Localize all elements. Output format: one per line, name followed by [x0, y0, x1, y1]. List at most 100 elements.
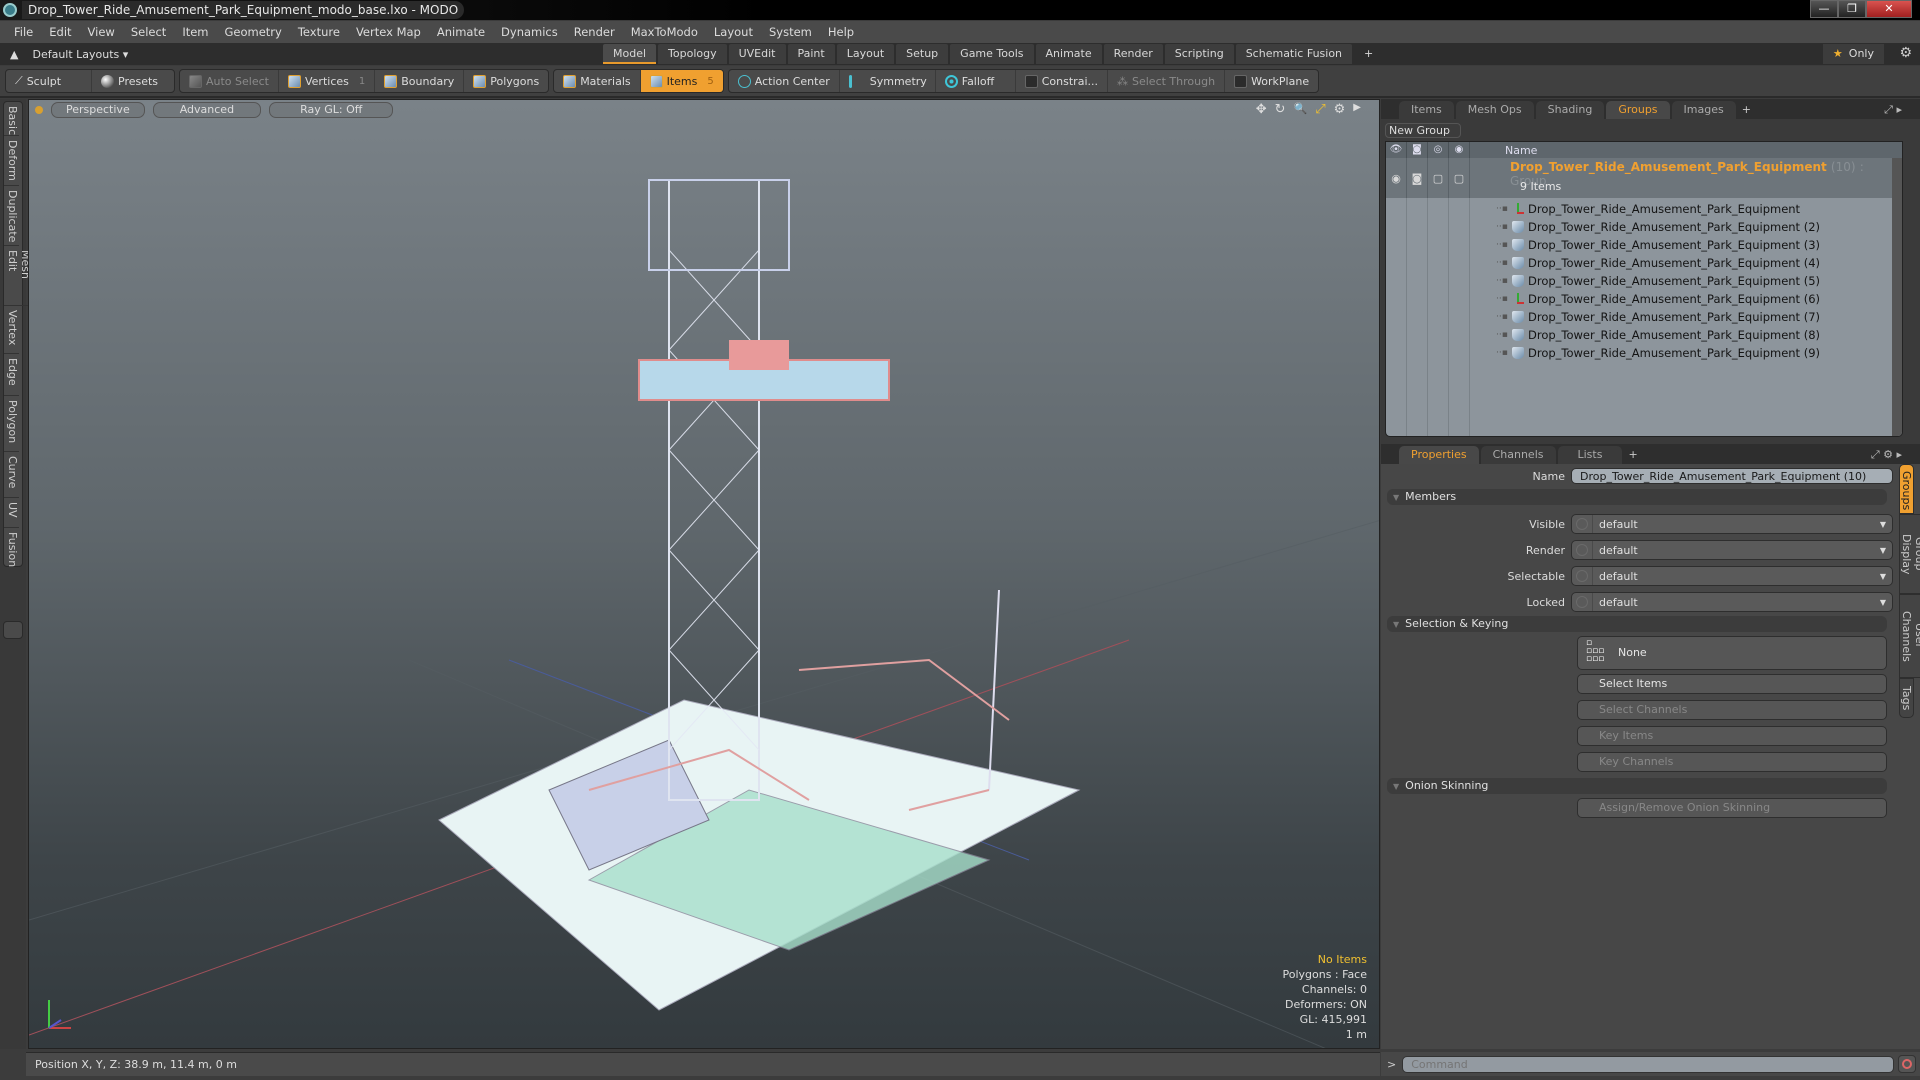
- list-item[interactable]: ··▪ Drop_Tower_Ride_Amusement_Park_Equipm…: [1496, 254, 1820, 272]
- menu-select[interactable]: Select: [123, 25, 174, 39]
- list-scrollbar[interactable]: [1892, 158, 1902, 436]
- items-button[interactable]: Items 5: [640, 70, 723, 92]
- 3d-viewport[interactable]: Perspective Advanced Ray GL: Off ✥ ↻ 🔍 ⤢…: [28, 99, 1380, 1049]
- add-tab-button[interactable]: +: [1354, 44, 1383, 64]
- restore-button[interactable]: ❐: [1838, 0, 1866, 18]
- sculpt-button[interactable]: ⟋ Sculpt: [6, 70, 92, 92]
- render-toggle-icon[interactable]: ◙: [1407, 158, 1428, 198]
- menu-vertex-map[interactable]: Vertex Map: [348, 25, 429, 39]
- tab-animate[interactable]: Animate: [1035, 44, 1102, 64]
- onion-skinning-section[interactable]: ▼ Onion Skinning: [1387, 778, 1887, 794]
- select-column-icon[interactable]: ◉: [1449, 142, 1470, 158]
- menu-render[interactable]: Render: [566, 25, 623, 39]
- tab-curve[interactable]: Curve: [4, 452, 19, 498]
- tab-images[interactable]: Images: [1671, 101, 1736, 119]
- falloff-button[interactable]: Falloff: [936, 70, 1016, 92]
- menu-item[interactable]: Item: [174, 25, 216, 39]
- onion-skinning-button[interactable]: Assign/Remove Onion Skinning: [1577, 798, 1887, 818]
- list-item[interactable]: ··▪ Drop_Tower_Ride_Amusement_Park_Equipm…: [1496, 236, 1820, 254]
- key-items-button[interactable]: Key Items: [1577, 726, 1887, 746]
- select-items-button[interactable]: Select Items: [1577, 674, 1887, 694]
- key-channels-button[interactable]: Key Channels: [1577, 752, 1887, 772]
- tab-topology[interactable]: Topology: [658, 44, 727, 64]
- tab-items[interactable]: Items: [1399, 101, 1454, 119]
- tab-mesh-ops[interactable]: Mesh Ops: [1455, 101, 1534, 119]
- new-group-button[interactable]: New Group: [1385, 123, 1461, 138]
- list-item[interactable]: ··▪ Drop_Tower_Ride_Amusement_Park_Equipm…: [1496, 272, 1820, 290]
- materials-button[interactable]: Materials: [554, 70, 641, 92]
- add-properties-tab-button[interactable]: +: [1624, 446, 1641, 464]
- menu-texture[interactable]: Texture: [290, 25, 348, 39]
- menu-file[interactable]: File: [6, 25, 41, 39]
- list-item[interactable]: ··▪ Drop_Tower_Ride_Amusement_Park_Equipm…: [1496, 218, 1820, 236]
- tab-paint[interactable]: Paint: [787, 44, 835, 64]
- menu-layout[interactable]: Layout: [706, 25, 761, 39]
- side-tab-user-channels[interactable]: User Channels: [1899, 594, 1920, 678]
- gear-icon[interactable]: ⚙: [1899, 45, 1912, 61]
- tab-uvedit[interactable]: UVEdit: [728, 44, 786, 64]
- tab-layout[interactable]: Layout: [836, 44, 895, 64]
- tab-schematic-fusion[interactable]: Schematic Fusion: [1235, 44, 1353, 64]
- list-item[interactable]: ··▪ Drop_Tower_Ride_Amusement_Park_Equipm…: [1496, 326, 1820, 344]
- action-center-button[interactable]: Action Center: [729, 70, 840, 92]
- side-tab-group-display[interactable]: Group Display: [1899, 514, 1920, 594]
- list-item[interactable]: ··▪ Drop_Tower_Ride_Amusement_Park_Equipm…: [1496, 308, 1820, 326]
- constraints-button[interactable]: Constrai...: [1016, 70, 1108, 92]
- render-column-icon[interactable]: ◙: [1407, 142, 1428, 158]
- tab-properties[interactable]: Properties: [1399, 446, 1479, 464]
- collapse-icon[interactable]: ▲: [10, 48, 18, 61]
- menu-maxtomodo[interactable]: MaxToModo: [623, 25, 706, 39]
- tab-groups[interactable]: Groups: [1606, 101, 1670, 119]
- menu-system[interactable]: System: [761, 25, 820, 39]
- menu-help[interactable]: Help: [820, 25, 862, 39]
- polygons-button[interactable]: Polygons: [464, 70, 548, 92]
- lock-toggle[interactable]: ▢: [1428, 158, 1449, 198]
- menu-edit[interactable]: Edit: [41, 25, 79, 39]
- menu-view[interactable]: View: [80, 25, 123, 39]
- menu-animate[interactable]: Animate: [429, 25, 493, 39]
- tab-fusion[interactable]: Fusion: [4, 528, 19, 568]
- eye-icon[interactable]: ◉: [1386, 158, 1407, 198]
- tab-vertex[interactable]: Vertex: [4, 306, 19, 354]
- default-layouts-dropdown[interactable]: Default Layouts ▾: [32, 48, 128, 61]
- visibility-column-icon[interactable]: 👁: [1386, 142, 1407, 158]
- selectable-dropdown[interactable]: default ▼: [1571, 566, 1893, 586]
- vertices-button[interactable]: Vertices 1: [279, 70, 376, 92]
- group-name-field[interactable]: Drop_Tower_Ride_Amusement_Park_Equipment…: [1571, 468, 1893, 484]
- add-panel-tab-button[interactable]: +: [1738, 101, 1755, 119]
- tab-model[interactable]: Model: [603, 44, 657, 64]
- list-item[interactable]: ··▪ Drop_Tower_Ride_Amusement_Park_Equipm…: [1496, 344, 1820, 362]
- minimize-button[interactable]: —: [1810, 0, 1838, 18]
- tab-polygon[interactable]: Polygon: [4, 396, 19, 452]
- menu-geometry[interactable]: Geometry: [217, 25, 290, 39]
- group-row[interactable]: ◉ ◙ ▢ ▢ Drop_Tower_Ride_Amusement_Park_E…: [1386, 158, 1902, 198]
- members-section[interactable]: ▼ Members: [1387, 489, 1887, 505]
- command-input[interactable]: [1402, 1055, 1894, 1073]
- menu-dynamics[interactable]: Dynamics: [493, 25, 566, 39]
- only-button[interactable]: ★ Only: [1822, 44, 1884, 64]
- presets-button[interactable]: Presets: [92, 70, 167, 92]
- tab-render[interactable]: Render: [1103, 44, 1163, 64]
- select-toggle[interactable]: ▢: [1449, 158, 1470, 198]
- tab-channels[interactable]: Channels: [1480, 446, 1556, 464]
- tab-setup[interactable]: Setup: [896, 44, 949, 64]
- tab-scripting[interactable]: Scripting: [1164, 44, 1234, 64]
- list-item[interactable]: ··▪ Drop_Tower_Ride_Amusement_Park_Equipm…: [1496, 290, 1820, 308]
- tab-shading[interactable]: Shading: [1535, 101, 1605, 119]
- workplane-button[interactable]: WorkPlane: [1225, 70, 1318, 92]
- tab-basic[interactable]: Basic: [4, 102, 19, 136]
- side-tab-tags[interactable]: Tags: [1899, 678, 1914, 718]
- tab-lists[interactable]: Lists: [1557, 446, 1623, 464]
- symmetry-button[interactable]: Symmetry: [840, 70, 936, 92]
- side-tab-groups[interactable]: Groups: [1899, 464, 1914, 514]
- tab-game-tools[interactable]: Game Tools: [950, 44, 1034, 64]
- expand-panel-icon[interactable]: ⤢ ▸: [1872, 101, 1914, 119]
- select-channels-button[interactable]: Select Channels: [1577, 700, 1887, 720]
- selection-keying-section[interactable]: ▼ Selection & Keying: [1387, 616, 1887, 632]
- select-through-button[interactable]: ⁂ Select Through: [1108, 70, 1226, 92]
- visible-dropdown[interactable]: default ▼: [1571, 514, 1893, 534]
- left-extra-tab[interactable]: [3, 621, 23, 639]
- auto-select-button[interactable]: Auto Select: [180, 70, 279, 92]
- record-macro-button[interactable]: [1898, 1055, 1916, 1073]
- close-button[interactable]: ✕: [1866, 0, 1912, 18]
